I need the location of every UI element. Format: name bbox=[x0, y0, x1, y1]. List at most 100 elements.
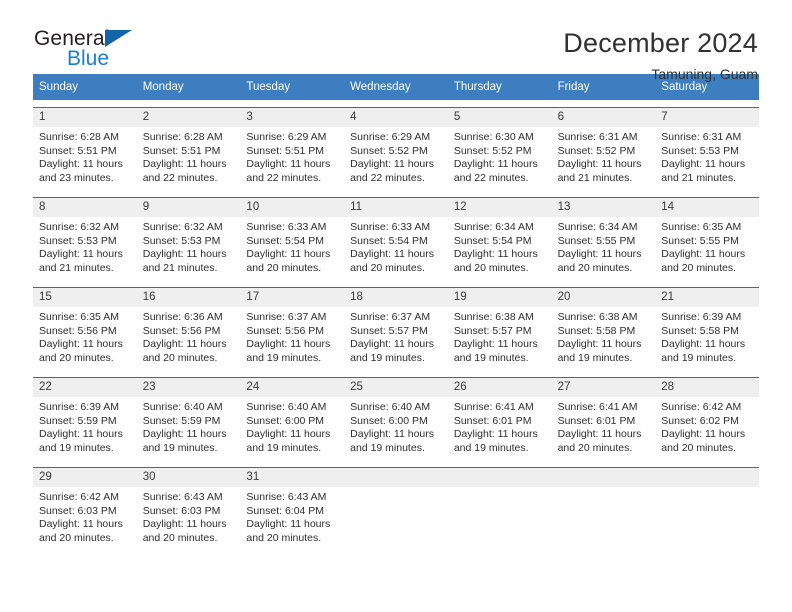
day-cell[interactable]: 21 Sunrise: 6:39 AM Sunset: 5:58 PM Dayl… bbox=[655, 288, 759, 370]
day-cell[interactable]: 4 Sunrise: 6:29 AM Sunset: 5:52 PM Dayli… bbox=[344, 108, 448, 190]
daylight-text-line2: and 20 minutes. bbox=[661, 261, 736, 274]
day-number: 30 bbox=[136, 468, 241, 487]
sunrise-text: Sunrise: 6:35 AM bbox=[39, 311, 119, 323]
day-cell[interactable]: 15 Sunrise: 6:35 AM Sunset: 5:56 PM Dayl… bbox=[33, 288, 137, 370]
day-cell[interactable]: 29 Sunrise: 6:42 AM Sunset: 6:03 PM Dayl… bbox=[33, 468, 137, 550]
day-cell[interactable]: 20 Sunrise: 6:38 AM Sunset: 5:58 PM Dayl… bbox=[551, 288, 656, 370]
daylight-text-line1: Daylight: 11 hours bbox=[39, 248, 123, 261]
day-cell[interactable]: 6 Sunrise: 6:31 AM Sunset: 5:52 PM Dayli… bbox=[551, 108, 656, 190]
sunrise-text: Sunrise: 6:36 AM bbox=[142, 311, 223, 323]
day-cell[interactable]: 12 Sunrise: 6:34 AM Sunset: 5:54 PM Dayl… bbox=[447, 198, 552, 280]
day-details bbox=[344, 487, 448, 491]
sunset-text: Sunset: 6:01 PM bbox=[557, 414, 636, 427]
day-cell[interactable]: 2 Sunrise: 6:28 AM Sunset: 5:51 PM Dayli… bbox=[136, 108, 241, 190]
daylight-text-line2: and 22 minutes. bbox=[246, 171, 322, 184]
sunset-text: Sunset: 5:54 PM bbox=[453, 234, 532, 247]
sunrise-text: Sunrise: 6:38 AM bbox=[453, 311, 534, 323]
sunset-text: Sunset: 5:54 PM bbox=[350, 234, 428, 247]
week-row: 15 Sunrise: 6:35 AM Sunset: 5:56 PM Dayl… bbox=[33, 287, 759, 370]
day-details: Sunrise: 6:31 AM Sunset: 5:53 PM Dayligh… bbox=[655, 127, 759, 185]
day-details bbox=[655, 487, 759, 491]
daylight-text-line1: Daylight: 11 hours bbox=[557, 248, 642, 261]
day-number: 15 bbox=[33, 288, 137, 307]
daylight-text-line1: Daylight: 11 hours bbox=[142, 248, 227, 261]
daylight-text-line2: and 19 minutes. bbox=[557, 351, 633, 364]
day-details: Sunrise: 6:35 AM Sunset: 5:56 PM Dayligh… bbox=[33, 307, 137, 365]
sunrise-text: Sunrise: 6:34 AM bbox=[453, 221, 534, 233]
sunrise-text: Sunrise: 6:29 AM bbox=[246, 131, 327, 143]
logo-text-blue: Blue bbox=[67, 47, 110, 70]
day-cell[interactable]: 11 Sunrise: 6:33 AM Sunset: 5:54 PM Dayl… bbox=[344, 198, 448, 280]
day-cell[interactable]: 7 Sunrise: 6:31 AM Sunset: 5:53 PM Dayli… bbox=[655, 108, 759, 190]
day-cell[interactable]: 26 Sunrise: 6:41 AM Sunset: 6:01 PM Dayl… bbox=[447, 378, 552, 460]
day-details: Sunrise: 6:37 AM Sunset: 5:56 PM Dayligh… bbox=[240, 307, 344, 365]
sunrise-text: Sunrise: 6:43 AM bbox=[142, 491, 223, 503]
day-details: Sunrise: 6:39 AM Sunset: 5:58 PM Dayligh… bbox=[655, 307, 759, 365]
day-cell[interactable]: 25 Sunrise: 6:40 AM Sunset: 6:00 PM Dayl… bbox=[344, 378, 448, 460]
day-cell[interactable]: 23 Sunrise: 6:40 AM Sunset: 5:59 PM Dayl… bbox=[136, 378, 241, 460]
daylight-text-line2: and 19 minutes. bbox=[350, 441, 425, 454]
day-cell-empty bbox=[655, 468, 759, 550]
daylight-text-line2: and 19 minutes. bbox=[246, 351, 322, 364]
weekday-wednesday: Wednesday bbox=[350, 81, 411, 93]
daylight-text-line1: Daylight: 11 hours bbox=[557, 158, 642, 171]
day-number: 13 bbox=[551, 198, 656, 217]
daylight-text-line1: Daylight: 11 hours bbox=[453, 248, 538, 261]
day-cell[interactable]: 13 Sunrise: 6:34 AM Sunset: 5:55 PM Dayl… bbox=[551, 198, 656, 280]
daylight-text-line1: Daylight: 11 hours bbox=[39, 428, 123, 441]
daylight-text-line1: Daylight: 11 hours bbox=[39, 518, 123, 531]
daylight-text-line1: Daylight: 11 hours bbox=[661, 428, 746, 441]
week-row: 29 Sunrise: 6:42 AM Sunset: 6:03 PM Dayl… bbox=[33, 467, 759, 550]
calendar-grid: Sunday Monday Tuesday Wednesday Thursday… bbox=[33, 74, 759, 550]
day-cell[interactable]: 16 Sunrise: 6:36 AM Sunset: 5:56 PM Dayl… bbox=[136, 288, 241, 370]
sunset-text: Sunset: 6:00 PM bbox=[246, 414, 325, 427]
day-cell[interactable]: 10 Sunrise: 6:33 AM Sunset: 5:54 PM Dayl… bbox=[240, 198, 345, 280]
general-blue-logo[interactable]: General Blue bbox=[34, 28, 154, 76]
day-cell[interactable]: 22 Sunrise: 6:39 AM Sunset: 5:59 PM Dayl… bbox=[33, 378, 137, 460]
sunset-text: Sunset: 6:03 PM bbox=[142, 504, 221, 517]
day-cell[interactable]: 28 Sunrise: 6:42 AM Sunset: 6:02 PM Dayl… bbox=[655, 378, 759, 460]
day-number: 4 bbox=[344, 108, 448, 127]
day-cell[interactable]: 19 Sunrise: 6:38 AM Sunset: 5:57 PM Dayl… bbox=[447, 288, 552, 370]
day-number: 21 bbox=[655, 288, 759, 307]
daylight-text-line2: and 21 minutes. bbox=[142, 261, 218, 274]
sunset-text: Sunset: 6:00 PM bbox=[350, 414, 428, 427]
day-number bbox=[344, 468, 448, 487]
sunrise-text: Sunrise: 6:40 AM bbox=[142, 401, 223, 413]
sunset-text: Sunset: 6:02 PM bbox=[661, 414, 739, 427]
day-cell[interactable]: 1 Sunrise: 6:28 AM Sunset: 5:51 PM Dayli… bbox=[33, 108, 137, 190]
day-cell[interactable]: 27 Sunrise: 6:41 AM Sunset: 6:01 PM Dayl… bbox=[551, 378, 656, 460]
day-cell[interactable]: 8 Sunrise: 6:32 AM Sunset: 5:53 PM Dayli… bbox=[33, 198, 137, 280]
day-cell[interactable]: 18 Sunrise: 6:37 AM Sunset: 5:57 PM Dayl… bbox=[344, 288, 448, 370]
day-cell[interactable]: 24 Sunrise: 6:40 AM Sunset: 6:00 PM Dayl… bbox=[240, 378, 345, 460]
day-cell[interactable]: 9 Sunrise: 6:32 AM Sunset: 5:53 PM Dayli… bbox=[136, 198, 241, 280]
day-details: Sunrise: 6:37 AM Sunset: 5:57 PM Dayligh… bbox=[344, 307, 448, 365]
sunrise-text: Sunrise: 6:37 AM bbox=[246, 311, 327, 323]
day-details: Sunrise: 6:29 AM Sunset: 5:51 PM Dayligh… bbox=[240, 127, 344, 185]
daylight-text-line2: and 20 minutes. bbox=[557, 441, 633, 454]
day-number: 12 bbox=[447, 198, 552, 217]
daylight-text-line1: Daylight: 11 hours bbox=[350, 338, 434, 351]
day-cell[interactable]: 30 Sunrise: 6:43 AM Sunset: 6:03 PM Dayl… bbox=[136, 468, 241, 550]
day-details: Sunrise: 6:35 AM Sunset: 5:55 PM Dayligh… bbox=[655, 217, 759, 275]
sunset-text: Sunset: 5:57 PM bbox=[350, 324, 428, 337]
day-number: 26 bbox=[447, 378, 552, 397]
day-cell[interactable]: 17 Sunrise: 6:37 AM Sunset: 5:56 PM Dayl… bbox=[240, 288, 345, 370]
day-details: Sunrise: 6:36 AM Sunset: 5:56 PM Dayligh… bbox=[137, 307, 241, 365]
daylight-text-line1: Daylight: 11 hours bbox=[142, 158, 227, 171]
day-cell[interactable]: 5 Sunrise: 6:30 AM Sunset: 5:52 PM Dayli… bbox=[447, 108, 552, 190]
day-details: Sunrise: 6:32 AM Sunset: 5:53 PM Dayligh… bbox=[33, 217, 137, 275]
daylight-text-line2: and 21 minutes. bbox=[39, 261, 114, 274]
day-details: Sunrise: 6:29 AM Sunset: 5:52 PM Dayligh… bbox=[344, 127, 448, 185]
day-number bbox=[655, 468, 759, 487]
day-number: 5 bbox=[447, 108, 552, 127]
day-cell[interactable]: 3 Sunrise: 6:29 AM Sunset: 5:51 PM Dayli… bbox=[240, 108, 345, 190]
daylight-text-line1: Daylight: 11 hours bbox=[453, 428, 538, 441]
day-cell[interactable]: 31 Sunrise: 6:43 AM Sunset: 6:04 PM Dayl… bbox=[240, 468, 345, 550]
day-number: 1 bbox=[33, 108, 137, 127]
daylight-text-line2: and 20 minutes. bbox=[350, 261, 425, 274]
sunset-text: Sunset: 5:59 PM bbox=[142, 414, 221, 427]
sunset-text: Sunset: 5:58 PM bbox=[661, 324, 739, 337]
daylight-text-line1: Daylight: 11 hours bbox=[142, 338, 227, 351]
day-cell[interactable]: 14 Sunrise: 6:35 AM Sunset: 5:55 PM Dayl… bbox=[655, 198, 759, 280]
